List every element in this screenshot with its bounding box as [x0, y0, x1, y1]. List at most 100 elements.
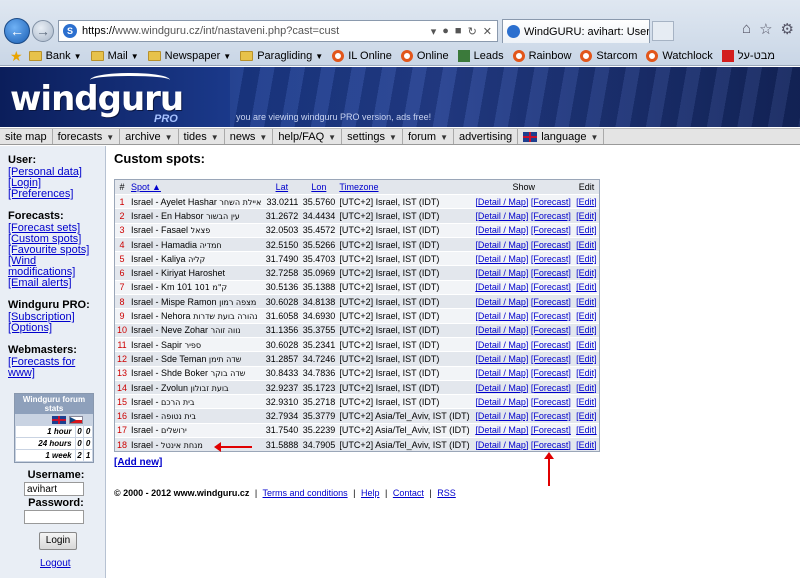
fav-mabat-al[interactable]: מבט-על	[721, 50, 775, 62]
col-spot[interactable]: Spot ▲	[129, 180, 264, 194]
forecast-link[interactable]: [Forecast]	[531, 325, 571, 335]
forecast-link[interactable]: [Forecast]	[531, 254, 571, 264]
fav-mail[interactable]: Mail ▼	[90, 50, 139, 62]
link-options[interactable]: [Options]	[8, 323, 105, 334]
fav-paragliding[interactable]: Paragliding ▼	[240, 50, 323, 62]
fav-rainbow[interactable]: Rainbow	[512, 50, 571, 62]
stop-icon[interactable]: ✕	[483, 25, 492, 38]
detail-map-link[interactable]: [Detail / Map]	[475, 325, 528, 335]
link-forecasts-for-www[interactable]: [Forecasts for www]	[8, 357, 105, 379]
forecast-link[interactable]: [Forecast]	[531, 425, 571, 435]
detail-map-link[interactable]: [Detail / Map]	[475, 440, 528, 450]
tab-windguru[interactable]: WindGURU: avihart: User se... ✕	[502, 19, 650, 43]
menu-forecasts[interactable]: forecasts ▼	[53, 129, 121, 144]
link-wind-modifications[interactable]: [Wind modifications]	[8, 256, 105, 278]
detail-map-link[interactable]: [Detail / Map]	[475, 211, 528, 221]
username-input[interactable]	[24, 482, 84, 496]
refresh-icon[interactable]: ↻	[468, 25, 477, 38]
detail-map-link[interactable]: [Detail / Map]	[475, 425, 528, 435]
forecast-link[interactable]: [Forecast]	[531, 282, 571, 292]
certificate-icon[interactable]: ■	[455, 25, 462, 38]
edit-link[interactable]: [Edit]	[576, 225, 597, 235]
edit-link[interactable]: [Edit]	[576, 354, 597, 364]
edit-link[interactable]: [Edit]	[576, 383, 597, 393]
link-contact[interactable]: Contact	[393, 488, 424, 498]
forecast-link[interactable]: [Forecast]	[531, 368, 571, 378]
detail-map-link[interactable]: [Detail / Map]	[475, 240, 528, 250]
fav-leads[interactable]: Leads	[457, 50, 504, 62]
menu-forum[interactable]: forum ▼	[403, 129, 454, 144]
lock-icon[interactable]: ●	[442, 25, 449, 38]
favorites-icon[interactable]: ★	[10, 48, 23, 65]
favorites-star-icon[interactable]: ☆	[759, 20, 772, 38]
edit-link[interactable]: [Edit]	[576, 282, 597, 292]
forecast-link[interactable]: [Forecast]	[531, 268, 571, 278]
edit-link[interactable]: [Edit]	[576, 197, 597, 207]
menu-site-map[interactable]: site map	[0, 129, 53, 144]
edit-link[interactable]: [Edit]	[576, 425, 597, 435]
edit-link[interactable]: [Edit]	[576, 325, 597, 335]
link-preferences[interactable]: [Preferences]	[8, 189, 105, 200]
menu-settings[interactable]: settings ▼	[342, 129, 403, 144]
detail-map-link[interactable]: [Detail / Map]	[475, 397, 528, 407]
fav-watchlock[interactable]: Watchlock	[646, 50, 713, 62]
edit-link[interactable]: [Edit]	[576, 411, 597, 421]
gear-icon[interactable]: ⚙	[781, 20, 794, 38]
edit-link[interactable]: [Edit]	[576, 340, 597, 350]
edit-link[interactable]: [Edit]	[576, 240, 597, 250]
detail-map-link[interactable]: [Detail / Map]	[475, 354, 528, 364]
edit-link[interactable]: [Edit]	[576, 297, 597, 307]
edit-link[interactable]: [Edit]	[576, 211, 597, 221]
login-button[interactable]: Login	[39, 532, 77, 550]
col-lon[interactable]: Lon	[300, 180, 338, 194]
fav-starcom[interactable]: Starcom	[580, 50, 637, 62]
menu-help-faq[interactable]: help/FAQ ▼	[273, 129, 343, 144]
edit-link[interactable]: [Edit]	[576, 397, 597, 407]
link-rss[interactable]: RSS	[437, 488, 456, 498]
search-dropdown-icon[interactable]: ▾	[431, 25, 437, 38]
detail-map-link[interactable]: [Detail / Map]	[475, 340, 528, 350]
forecast-link[interactable]: [Forecast]	[531, 354, 571, 364]
detail-map-link[interactable]: [Detail / Map]	[475, 225, 528, 235]
forecast-link[interactable]: [Forecast]	[531, 225, 571, 235]
edit-link[interactable]: [Edit]	[576, 254, 597, 264]
fav-il-online[interactable]: IL Online	[332, 50, 392, 62]
edit-link[interactable]: [Edit]	[576, 440, 597, 450]
menu-language[interactable]: language ▼	[518, 129, 605, 144]
home-icon[interactable]: ⌂	[742, 20, 751, 38]
forecast-link[interactable]: [Forecast]	[531, 397, 571, 407]
back-button[interactable]: ←	[4, 18, 30, 44]
forecast-link[interactable]: [Forecast]	[531, 197, 571, 207]
forward-button[interactable]: →	[32, 20, 54, 42]
detail-map-link[interactable]: [Detail / Map]	[475, 254, 528, 264]
detail-map-link[interactable]: [Detail / Map]	[475, 197, 528, 207]
menu-tides[interactable]: tides ▼	[179, 129, 225, 144]
forecast-link[interactable]: [Forecast]	[531, 383, 571, 393]
forecast-link[interactable]: [Forecast]	[531, 340, 571, 350]
col-lat[interactable]: Lat	[263, 180, 301, 194]
password-input[interactable]	[24, 510, 84, 524]
forecast-link[interactable]: [Forecast]	[531, 411, 571, 421]
link-email-alerts[interactable]: [Email alerts]	[8, 278, 105, 289]
forecast-link[interactable]: [Forecast]	[531, 311, 571, 321]
link-help[interactable]: Help	[361, 488, 380, 498]
menu-archive[interactable]: archive ▼	[120, 129, 179, 144]
edit-link[interactable]: [Edit]	[576, 311, 597, 321]
forecast-link[interactable]: [Forecast]	[531, 240, 571, 250]
menu-advertising[interactable]: advertising	[454, 129, 519, 144]
forecast-link[interactable]: [Forecast]	[531, 211, 571, 221]
forecast-link[interactable]: [Forecast]	[531, 440, 571, 450]
detail-map-link[interactable]: [Detail / Map]	[475, 311, 528, 321]
fav-newspaper[interactable]: Newspaper ▼	[147, 50, 231, 62]
detail-map-link[interactable]: [Detail / Map]	[475, 411, 528, 421]
logout-link[interactable]: Logout	[40, 558, 105, 569]
new-tab-button[interactable]	[652, 21, 674, 41]
detail-map-link[interactable]: [Detail / Map]	[475, 383, 528, 393]
col-timezone[interactable]: Timezone	[337, 180, 474, 194]
edit-link[interactable]: [Edit]	[576, 368, 597, 378]
menu-news[interactable]: news ▼	[225, 129, 274, 144]
address-bar[interactable]: S https:// www.windguru.cz/int/nastaveni…	[58, 20, 498, 42]
add-new-link[interactable]: [Add new]	[114, 457, 162, 468]
fav-bank[interactable]: Bank ▼	[28, 50, 82, 62]
detail-map-link[interactable]: [Detail / Map]	[475, 297, 528, 307]
